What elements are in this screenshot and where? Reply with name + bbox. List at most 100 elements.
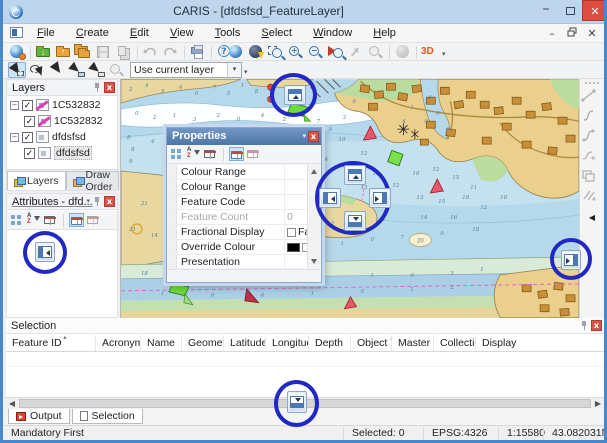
select-zoom-tool[interactable]	[108, 62, 126, 78]
menu-help[interactable]: Help	[371, 24, 398, 42]
dock-guide-center-down[interactable]	[344, 211, 366, 231]
expander-icon[interactable]: −	[10, 101, 19, 110]
categorized-view-icon[interactable]	[9, 213, 24, 227]
column-header[interactable]: Collectio...	[434, 335, 476, 351]
checkbox[interactable]: ✓	[24, 148, 35, 159]
column-header[interactable]: Longitude	[266, 335, 309, 351]
create-hatch-tool[interactable]	[580, 195, 598, 207]
mdi-minimize-button[interactable]: –	[543, 26, 561, 41]
fit-view-button[interactable]	[227, 44, 245, 60]
close-button[interactable]: ✕	[582, 0, 607, 21]
tree-label[interactable]: 1C532832	[54, 115, 102, 127]
save-button[interactable]	[95, 44, 113, 60]
select-point-tool[interactable]	[48, 62, 66, 78]
expander-icon[interactable]: −	[10, 133, 19, 142]
create-curve-tool[interactable]	[580, 115, 598, 127]
collapse-strip-icon[interactable]: ◀	[580, 213, 604, 222]
pan-button[interactable]	[347, 44, 365, 60]
dock-guide-bottom[interactable]	[287, 391, 307, 413]
chevron-down-icon[interactable]: ▾	[86, 196, 90, 207]
toolbar-grip[interactable]	[585, 82, 599, 84]
close-icon[interactable]: x	[104, 196, 115, 207]
combobox-dropdown-icon[interactable]: ▾	[227, 63, 241, 77]
pin-icon[interactable]	[92, 196, 102, 207]
menu-tools[interactable]: Tools	[213, 24, 243, 42]
column-header[interactable]: Feature ID▲	[6, 335, 96, 351]
column-header[interactable]: Master F...	[392, 335, 434, 351]
select-subtract-rect-tool[interactable]	[88, 62, 106, 78]
sort-az-icon[interactable]: AZ	[26, 213, 41, 227]
chevron-down-icon[interactable]: ▾	[302, 131, 306, 142]
close-icon[interactable]: x	[308, 131, 319, 142]
column-header[interactable]: Depth	[309, 335, 351, 351]
categorized-view-icon[interactable]	[169, 147, 184, 161]
zoom-selection-button[interactable]	[367, 44, 385, 60]
world-view-button[interactable]	[394, 44, 412, 60]
scroll-right-icon[interactable]: ▶	[592, 398, 604, 409]
tree-label[interactable]: dfdsfsd	[52, 131, 86, 143]
tree-row[interactable]: ✓ dfdsfsd	[7, 145, 117, 161]
undo-button[interactable]	[142, 44, 160, 60]
checkbox[interactable]: ✓	[22, 100, 33, 111]
menu-edit[interactable]: Edit	[128, 24, 151, 42]
toolbar-overflow-icon[interactable]: ▾	[244, 68, 248, 76]
column-header[interactable]: Name	[141, 335, 182, 351]
open-recent-button[interactable]	[75, 44, 93, 60]
pin-icon[interactable]	[579, 320, 589, 331]
layer-scope-combobox[interactable]: Use current layer ▾	[130, 62, 242, 78]
property-row[interactable]: Colour Range	[168, 180, 320, 195]
mdi-close-button[interactable]: ✕	[583, 26, 601, 41]
property-row[interactable]: Presentation	[168, 255, 320, 270]
pin-icon[interactable]	[92, 82, 102, 93]
zoom-out-button[interactable]: −	[307, 44, 325, 60]
property-row[interactable]: Feature Code	[168, 195, 320, 210]
checkbox[interactable]	[287, 228, 296, 237]
dock-guide-center-right[interactable]	[369, 188, 391, 208]
checkbox[interactable]: ✓	[22, 132, 33, 143]
close-icon[interactable]: x	[591, 320, 602, 331]
menu-window[interactable]: Window	[311, 24, 354, 42]
tab-draw-order[interactable]: Draw Order	[66, 171, 120, 190]
select-add-rect-tool[interactable]	[68, 62, 86, 78]
tab-layers[interactable]: Layers	[7, 171, 66, 190]
create-line-tool[interactable]	[580, 95, 598, 107]
column-header[interactable]: Object T...	[351, 335, 392, 351]
horizontal-layout-icon[interactable]	[229, 147, 244, 161]
vertical-layout-icon[interactable]	[246, 147, 261, 161]
zoom-in-button[interactable]: +	[287, 44, 305, 60]
color-swatch-black[interactable]	[287, 243, 300, 252]
property-row[interactable]: Override ColourE	[168, 240, 320, 255]
column-header[interactable]: Geometry	[182, 335, 224, 351]
create-spline-tool[interactable]	[580, 135, 598, 147]
caris-new-button[interactable]	[8, 44, 26, 60]
tree-row[interactable]: ✓ 1C532832	[7, 113, 117, 129]
scroll-up-icon[interactable]	[311, 169, 317, 174]
create-area-tool[interactable]	[580, 175, 598, 187]
table-view-icon[interactable]	[43, 213, 58, 227]
redo-button[interactable]	[162, 44, 180, 60]
copy-button[interactable]	[115, 44, 133, 60]
select-lasso-tool[interactable]	[28, 62, 46, 78]
table-view-icon[interactable]	[203, 147, 218, 161]
maximize-button[interactable]	[559, 0, 581, 21]
mdi-restore-button[interactable]	[563, 26, 581, 41]
create-bspline-tool[interactable]	[580, 155, 598, 167]
sort-az-icon[interactable]: AZ	[186, 147, 201, 161]
tab-output[interactable]: Output	[8, 409, 70, 424]
dock-guide-left[interactable]	[35, 242, 55, 262]
zoom-area-button[interactable]	[267, 44, 285, 60]
dock-guide-center-left[interactable]	[319, 188, 341, 208]
properties-title-bar[interactable]: Properties ▾ x	[167, 128, 321, 145]
menu-file[interactable]: File	[35, 24, 57, 42]
scroll-left-icon[interactable]: ◀	[6, 398, 18, 409]
dock-guide-center-up[interactable]	[344, 165, 366, 185]
property-row[interactable]: Colour Range	[168, 165, 320, 180]
dock-guide-top[interactable]	[284, 85, 306, 105]
zoom-previous-button[interactable]	[327, 44, 345, 60]
menu-create[interactable]: Create	[74, 24, 111, 42]
checkbox[interactable]: ✓	[24, 116, 35, 127]
tree-row[interactable]: − ✓ 1C532832	[7, 97, 117, 113]
import-button[interactable]: ↓	[35, 44, 53, 60]
tree-label[interactable]: 1C532832	[52, 99, 100, 111]
column-header[interactable]: Acronym	[96, 335, 141, 351]
